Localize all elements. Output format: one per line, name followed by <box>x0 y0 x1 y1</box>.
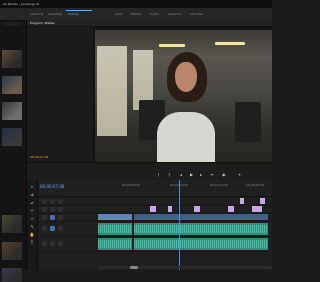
mark-out-icon[interactable]: ⌉ <box>168 172 170 177</box>
workspace-color[interactable]: Color <box>115 12 123 16</box>
scrollbar-thumb[interactable] <box>130 266 138 269</box>
audio-clip[interactable] <box>98 238 132 250</box>
audio-clip[interactable] <box>134 223 268 235</box>
track-toggle[interactable] <box>58 215 63 220</box>
selection-tool-icon[interactable]: ➤ <box>29 184 35 190</box>
track-toggle[interactable] <box>58 241 63 246</box>
playhead[interactable] <box>179 180 180 270</box>
chair <box>235 102 261 142</box>
workspace-editing[interactable]: Editing <box>68 12 78 16</box>
track-v1 <box>38 214 272 222</box>
tab-program[interactable]: Program: Master <box>30 21 55 25</box>
ripple-edit-icon[interactable]: ⟛ <box>29 200 35 206</box>
window-title: Ae Master - p(change it) <box>3 2 40 6</box>
text-tool-icon[interactable]: T <box>29 240 35 246</box>
title-bar: Ae Master - p(change it) <box>0 0 272 8</box>
track-a1 <box>38 222 272 237</box>
track-select-icon[interactable]: ⇉ <box>29 192 35 198</box>
waveform <box>98 225 132 233</box>
track-toggle[interactable] <box>42 207 47 212</box>
ceiling-light <box>159 44 185 47</box>
clip[interactable] <box>260 198 265 204</box>
video-clip[interactable] <box>98 214 132 220</box>
timeline-timecode[interactable]: 00;00;07;08 <box>40 184 64 189</box>
workspace-libraries[interactable]: Libraries <box>190 12 203 16</box>
clip[interactable] <box>150 206 156 212</box>
media-thumbnail[interactable] <box>2 215 22 233</box>
ruler-label: 00;00;20;00 <box>246 183 265 187</box>
ruler-label: 00;00;05;00 <box>122 183 141 187</box>
workspace-learning[interactable]: Learning <box>30 12 43 16</box>
play-icon[interactable]: ▶ <box>190 172 193 177</box>
track-toggle[interactable] <box>58 226 63 231</box>
waveform <box>134 225 268 233</box>
track-toggle[interactable] <box>58 207 63 212</box>
tools-panel: ➤ ⇉ ⟛ ✂ ⇿ ✎ ✋ T <box>27 180 38 270</box>
media-thumbnail[interactable] <box>2 50 22 68</box>
workspace-assembly[interactable]: Assembly <box>48 12 62 16</box>
ceiling-light <box>215 42 245 45</box>
clip[interactable] <box>240 198 244 204</box>
person-shirt <box>157 112 215 162</box>
track-a2 <box>38 237 272 252</box>
waveform <box>134 240 268 248</box>
media-thumbnail[interactable] <box>2 102 22 120</box>
timeline-scrollbar[interactable] <box>98 266 272 269</box>
track-v3 <box>38 198 272 206</box>
media-thumbnail[interactable] <box>2 268 22 282</box>
clip[interactable] <box>252 206 262 212</box>
ruler-label: 00;00;15;00 <box>210 183 229 187</box>
media-thumbnail[interactable] <box>2 76 22 94</box>
slip-tool-icon[interactable]: ⇿ <box>29 216 35 222</box>
track-toggle[interactable] <box>50 207 55 212</box>
audio-clip[interactable] <box>98 223 132 235</box>
media-thumbnail[interactable] <box>2 128 22 146</box>
workspace-graphics[interactable]: Graphics <box>168 12 181 16</box>
settings-icon[interactable]: + <box>238 172 241 177</box>
hand-tool-icon[interactable]: ✋ <box>29 232 35 238</box>
step-forward-icon[interactable]: ▸ <box>200 172 202 177</box>
razor-tool-icon[interactable]: ✂ <box>29 208 35 214</box>
insert-icon[interactable]: ⇥ <box>210 172 213 177</box>
person-face <box>175 62 197 92</box>
video-frame <box>95 30 272 162</box>
clip[interactable] <box>168 206 172 212</box>
video-clip[interactable] <box>134 214 268 220</box>
export-frame-icon[interactable]: ◉ <box>222 172 226 177</box>
clip[interactable] <box>228 206 234 212</box>
track-toggle[interactable] <box>42 226 47 231</box>
background-window <box>97 46 127 136</box>
panel-toolbar <box>2 22 22 26</box>
program-timecode[interactable]: 00;00;07;08 <box>30 155 48 159</box>
track-toggle[interactable] <box>50 241 55 246</box>
track-target[interactable] <box>50 215 55 220</box>
track-toggle[interactable] <box>42 241 47 246</box>
audio-clip[interactable] <box>134 238 268 250</box>
mark-in-icon[interactable]: ⌈ <box>158 172 160 177</box>
project-panel <box>0 20 27 282</box>
track-toggle[interactable] <box>58 199 63 204</box>
timeline-ruler[interactable]: 00;00;05;00 00;00;10;00 00;00;15;00 00;0… <box>98 182 272 194</box>
waveform <box>98 240 132 248</box>
clip[interactable] <box>194 206 200 212</box>
track-toggle[interactable] <box>50 199 55 204</box>
media-thumbnail[interactable] <box>2 242 22 260</box>
track-toggle[interactable] <box>42 215 47 220</box>
pen-tool-icon[interactable]: ✎ <box>29 224 35 230</box>
track-target[interactable] <box>50 226 55 231</box>
step-back-icon[interactable]: ◂ <box>180 172 182 177</box>
active-workspace-underline <box>66 10 92 11</box>
workspace-audio[interactable]: Audio <box>150 12 159 16</box>
track-v2 <box>38 206 272 214</box>
track-toggle[interactable] <box>42 199 47 204</box>
workspace-effects[interactable]: Effects <box>131 12 141 16</box>
